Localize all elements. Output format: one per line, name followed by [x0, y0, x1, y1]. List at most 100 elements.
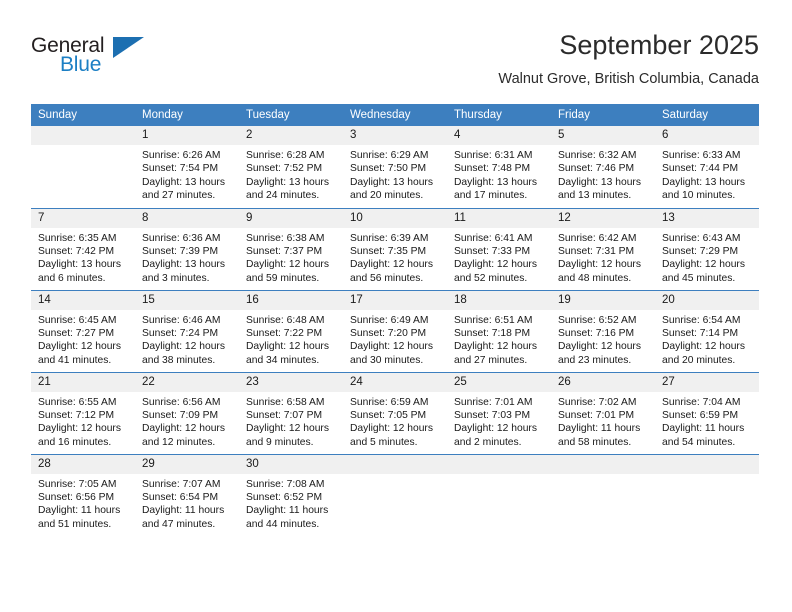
calendar-day-cell[interactable]: 1 Sunrise: 6:26 AM Sunset: 7:54 PM Daylight… [135, 126, 239, 208]
calendar-day-cell[interactable]: 25 Sunrise: 7:01 AM Sunset: 7:03 PM Dayligh… [447, 371, 551, 454]
day-sunset-text: Sunset: 7:44 PM [662, 163, 739, 175]
day-sunrise-text: Sunrise: 6:32 AM [558, 150, 637, 161]
day-sunrise-text: Sunrise: 7:02 AM [558, 396, 637, 408]
calendar-day-cell[interactable]: 30 Sunrise: 7:08 AM Sunset: 6:52 PM Dayligh… [239, 453, 343, 536]
calendar-day-cell[interactable]: 26 Sunrise: 7:02 AM Sunset: 7:01 PM Dayligh… [551, 371, 655, 454]
calendar-day-cell[interactable]: 12 Sunrise: 6:42 AM Sunset: 7:31 PM Dayligh… [551, 207, 655, 290]
day-sunset-text: Sunset: 6:59 PM [662, 409, 739, 421]
calendar-day-cell[interactable]: 16 Sunrise: 6:48 AM Sunset: 7:22 PM Dayligh… [239, 289, 343, 372]
day-number: 24 [343, 372, 447, 392]
day-sun-info: Sunrise: 6:42 AM Sunset: 7:31 PM Daylight:… [551, 228, 655, 286]
weekday-header-wednesday: Wednesday [343, 104, 447, 126]
calendar-week-row: 7 Sunrise: 6:35 AM Sunset: 7:42 PM Daylight… [31, 207, 759, 290]
day-daylight-line2-text: and 48 minutes. [558, 272, 632, 284]
day-sunset-text: Sunset: 7:33 PM [454, 245, 531, 257]
calendar-day-cell[interactable]: 27 Sunrise: 7:04 AM Sunset: 6:59 PM Dayligh… [655, 371, 759, 454]
day-daylight-line2-text: and 58 minutes. [558, 436, 632, 448]
title-block: September 2025 Walnut Grove, British Col… [498, 28, 759, 90]
day-daylight-line2-text: and 20 minutes. [662, 354, 736, 366]
day-daylight-line2-text: and 23 minutes. [558, 354, 632, 366]
calendar-day-cell[interactable]: 8 Sunrise: 6:36 AM Sunset: 7:39 PM Daylight… [135, 207, 239, 290]
day-sunrise-text: Sunrise: 6:39 AM [350, 232, 429, 244]
day-daylight-line1-text: Daylight: 13 hours [454, 176, 537, 188]
calendar-day-cell[interactable]: 5 Sunrise: 6:32 AM Sunset: 7:46 PM Daylight… [551, 126, 655, 208]
calendar-day-cell[interactable]: 17 Sunrise: 6:49 AM Sunset: 7:20 PM Dayligh… [343, 289, 447, 372]
day-daylight-line1-text: Daylight: 12 hours [350, 259, 433, 271]
day-daylight-line2-text: and 2 minutes. [454, 436, 522, 448]
general-blue-logo: General Blue [31, 34, 171, 82]
day-sunset-text: Sunset: 7:01 PM [558, 409, 635, 421]
calendar-day-cell[interactable]: 18 Sunrise: 6:51 AM Sunset: 7:18 PM Dayligh… [447, 289, 551, 372]
calendar-day-cell[interactable]: 14 Sunrise: 6:45 AM Sunset: 7:27 PM Dayligh… [31, 289, 135, 372]
day-number: 27 [655, 372, 759, 392]
day-daylight-line1-text: Daylight: 13 hours [662, 176, 745, 188]
day-daylight-line1-text: Daylight: 13 hours [142, 259, 225, 271]
calendar-day-cell[interactable]: 7 Sunrise: 6:35 AM Sunset: 7:42 PM Daylight… [31, 207, 135, 290]
day-sun-info: Sunrise: 6:26 AM Sunset: 7:54 PM Daylight:… [135, 145, 239, 203]
day-number: 13 [655, 208, 759, 228]
day-sun-info: Sunrise: 6:38 AM Sunset: 7:37 PM Daylight:… [239, 228, 343, 286]
calendar-day-cell[interactable]: 20 Sunrise: 6:54 AM Sunset: 7:14 PM Dayligh… [655, 289, 759, 372]
calendar-day-cell[interactable]: 13 Sunrise: 6:43 AM Sunset: 7:29 PM Dayligh… [655, 207, 759, 290]
day-sunset-text: Sunset: 7:05 PM [350, 409, 427, 421]
day-daylight-line1-text: Daylight: 12 hours [246, 341, 329, 353]
day-sun-info: Sunrise: 6:48 AM Sunset: 7:22 PM Daylight:… [239, 310, 343, 368]
day-sunrise-text: Sunrise: 6:28 AM [246, 150, 325, 161]
day-sun-info: Sunrise: 6:58 AM Sunset: 7:07 PM Daylight:… [239, 392, 343, 450]
calendar-day-cell[interactable]: 2 Sunrise: 6:28 AM Sunset: 7:52 PM Daylight… [239, 126, 343, 208]
day-daylight-line1-text: Daylight: 12 hours [350, 423, 433, 435]
calendar-day-cell[interactable]: 29 Sunrise: 7:07 AM Sunset: 6:54 PM Dayligh… [135, 453, 239, 536]
weekday-header-tuesday: Tuesday [239, 104, 343, 126]
calendar-day-cell[interactable]: 9 Sunrise: 6:38 AM Sunset: 7:37 PM Daylight… [239, 207, 343, 290]
day-daylight-line1-text: Daylight: 12 hours [662, 341, 745, 353]
day-sunrise-text: Sunrise: 6:48 AM [246, 314, 325, 326]
calendar-day-cell[interactable]: 21 Sunrise: 6:55 AM Sunset: 7:12 PM Dayligh… [31, 371, 135, 454]
day-sunset-text: Sunset: 7:07 PM [246, 409, 323, 421]
day-daylight-line2-text: and 52 minutes. [454, 272, 528, 284]
calendar-day-cell[interactable]: 24 Sunrise: 6:59 AM Sunset: 7:05 PM Dayligh… [343, 371, 447, 454]
day-sun-info: Sunrise: 6:45 AM Sunset: 7:27 PM Daylight:… [31, 310, 135, 368]
calendar-cell-empty [655, 453, 759, 536]
calendar-day-cell[interactable]: 3 Sunrise: 6:29 AM Sunset: 7:50 PM Daylight… [343, 126, 447, 208]
day-sunrise-text: Sunrise: 6:26 AM [142, 150, 221, 161]
calendar-day-cell[interactable]: 22 Sunrise: 6:56 AM Sunset: 7:09 PM Dayligh… [135, 371, 239, 454]
day-number: 28 [31, 454, 135, 474]
day-sun-info: Sunrise: 6:28 AM Sunset: 7:52 PM Daylight:… [239, 145, 343, 203]
calendar-day-cell[interactable]: 15 Sunrise: 6:46 AM Sunset: 7:24 PM Dayligh… [135, 289, 239, 372]
day-sun-info: Sunrise: 6:55 AM Sunset: 7:12 PM Daylight:… [31, 392, 135, 450]
day-number: 29 [135, 454, 239, 474]
day-sunrise-text: Sunrise: 6:58 AM [246, 396, 325, 408]
day-sun-info: Sunrise: 6:29 AM Sunset: 7:50 PM Daylight:… [343, 145, 447, 203]
calendar-day-cell[interactable]: 19 Sunrise: 6:52 AM Sunset: 7:16 PM Dayligh… [551, 289, 655, 372]
calendar-week-row: 1 Sunrise: 6:26 AM Sunset: 7:54 PM Daylight… [31, 126, 759, 208]
day-daylight-line2-text: and 3 minutes. [142, 272, 210, 284]
calendar-day-cell[interactable]: 23 Sunrise: 6:58 AM Sunset: 7:07 PM Dayligh… [239, 371, 343, 454]
calendar-day-cell[interactable]: 10 Sunrise: 6:39 AM Sunset: 7:35 PM Dayligh… [343, 207, 447, 290]
day-number: 6 [655, 126, 759, 145]
day-daylight-line1-text: Daylight: 13 hours [142, 176, 225, 188]
calendar-cell-empty [31, 126, 135, 208]
day-number: 18 [447, 290, 551, 310]
day-daylight-line2-text: and 56 minutes. [350, 272, 424, 284]
day-sunrise-text: Sunrise: 7:05 AM [38, 478, 117, 490]
calendar-day-cell[interactable]: 4 Sunrise: 6:31 AM Sunset: 7:48 PM Daylight… [447, 126, 551, 208]
day-daylight-line1-text: Daylight: 12 hours [662, 259, 745, 271]
day-sun-info: Sunrise: 6:39 AM Sunset: 7:35 PM Daylight:… [343, 228, 447, 286]
calendar-day-cell[interactable]: 28 Sunrise: 7:05 AM Sunset: 6:56 PM Dayligh… [31, 453, 135, 536]
day-sunrise-text: Sunrise: 7:08 AM [246, 478, 325, 490]
day-sun-info: Sunrise: 6:49 AM Sunset: 7:20 PM Daylight:… [343, 310, 447, 368]
calendar-day-cell[interactable]: 6 Sunrise: 6:33 AM Sunset: 7:44 PM Daylight… [655, 126, 759, 208]
day-daylight-line1-text: Daylight: 12 hours [38, 341, 121, 353]
calendar-day-cell[interactable]: 11 Sunrise: 6:41 AM Sunset: 7:33 PM Dayligh… [447, 207, 551, 290]
day-daylight-line1-text: Daylight: 13 hours [558, 176, 641, 188]
day-sunrise-text: Sunrise: 6:59 AM [350, 396, 429, 408]
day-daylight-line2-text: and 10 minutes. [662, 190, 736, 202]
day-sunrise-text: Sunrise: 6:49 AM [350, 314, 429, 326]
day-sun-info: Sunrise: 6:32 AM Sunset: 7:46 PM Daylight:… [551, 145, 655, 203]
day-daylight-line2-text: and 59 minutes. [246, 272, 320, 284]
day-sunset-text: Sunset: 7:27 PM [38, 327, 115, 339]
day-sun-info: Sunrise: 6:51 AM Sunset: 7:18 PM Daylight:… [447, 310, 551, 368]
day-sunset-text: Sunset: 7:03 PM [454, 409, 531, 421]
page-title: September 2025 [559, 30, 759, 60]
day-number: 8 [135, 208, 239, 228]
